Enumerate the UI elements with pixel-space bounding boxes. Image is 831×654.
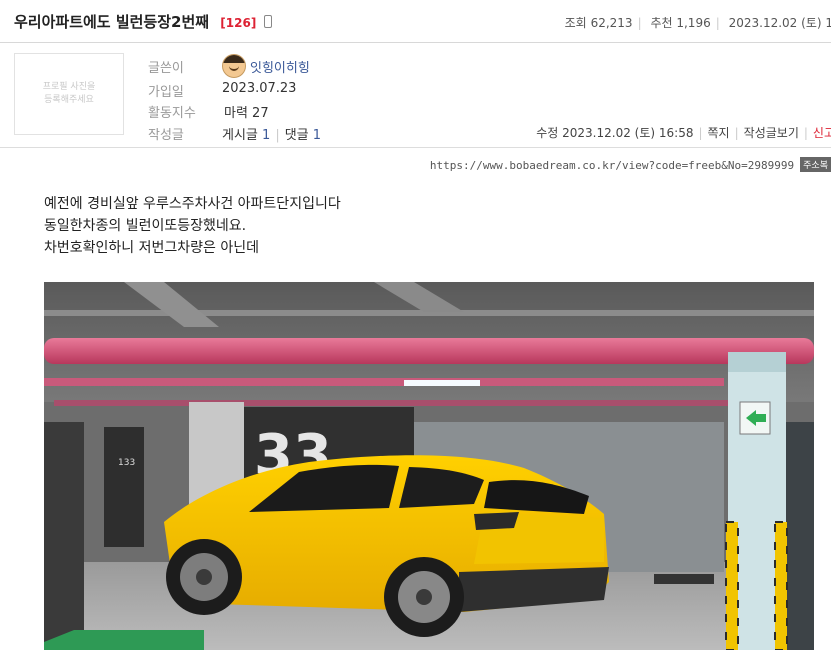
post-url-text[interactable]: https://www.bobaedream.co.kr/view?code=f… [430,159,794,172]
views-value: 62,213 [590,16,633,30]
activity-label: 활동지수 [148,106,196,121]
divider: | [275,128,280,143]
post-header: 우리아파트에도 빌런등장2번째 [126] 조회 62,213 | 추천 1,19… [0,0,831,43]
recommend-label: 추천 [650,16,673,30]
divider: | [637,16,642,30]
report-button[interactable]: 신고 [813,126,831,140]
parking-garage-image: 133 33 [44,282,814,651]
post-weekday: (토) 1 [801,16,831,30]
joined-date: 2023.07.23 [222,81,297,96]
body-line: 차번호확인하니 저번그차량은 아닌데 [44,240,259,256]
author-profile: 프로필 사진을 등록해주세요 글쓴이 잇힝이히힝 가입일 2023.07.23 … [0,43,831,148]
joined-label: 가입일 [148,85,184,100]
comments-text[interactable]: 댓글 [285,128,309,143]
post-comment-counts: 게시글 1 | 댓글 1 [222,124,321,143]
author-nickname[interactable]: 잇힝이히힝 [250,61,310,76]
divider: | [715,16,720,30]
body-line: 동일한차종의 빌런이또등장했네요. [44,218,247,234]
divider: | [698,126,703,140]
message-button[interactable]: 쪽지 [708,126,730,140]
post-actions: 수정 2023.12.02 (토) 16:58 | 쪽지 | 작성글보기 | 신고 [536,124,831,141]
divider: | [803,126,808,140]
posts-text[interactable]: 게시글 [222,128,258,143]
post-date: 2023.12.02 [728,16,798,30]
divider: | [734,126,739,140]
sign-number: 133 [118,458,135,468]
comments-count[interactable]: 1 [313,128,321,143]
modified-date: 수정 2023.12.02 (토) 16:58 [536,126,694,140]
posts-count[interactable]: 1 [262,128,270,143]
activity-value: 마력 27 [224,106,269,121]
author-label: 글쓴이 [148,61,184,76]
post-body: 예전에 경비실앞 우루스주차사건 아파트단지입니다 동일한차종의 빌런이또등장했… [44,193,341,259]
mobile-icon [263,15,272,28]
profile-photo-placeholder: 프로필 사진을 등록해주세요 [14,53,124,135]
posts-label: 작성글 [148,128,184,143]
recommend-value: 1,196 [676,16,711,30]
avatar-icon [222,54,246,78]
copy-url-button[interactable]: 주소복 [800,157,831,172]
post-url: https://www.bobaedream.co.kr/view?code=f… [430,157,831,172]
post-title: 우리아파트에도 빌런등장2번째 [126] [14,11,272,32]
post-stats: 조회 62,213 | 추천 1,196 | 2023.12.02 (토) 1 [565,14,831,31]
view-posts-button[interactable]: 작성글보기 [744,126,799,140]
post-title-text: 우리아파트에도 빌런등장2번째 [14,13,210,31]
body-line: 예전에 경비실앞 우루스주차사건 아파트단지입니다 [44,196,341,212]
views-label: 조회 [564,16,587,30]
author-name[interactable]: 잇힝이히힝 [222,54,310,78]
post-photo: 133 33 [44,282,814,651]
profile-placeholder-text: 프로필 사진을 등록해주세요 [42,82,96,105]
comment-count[interactable]: [126] [220,16,256,30]
